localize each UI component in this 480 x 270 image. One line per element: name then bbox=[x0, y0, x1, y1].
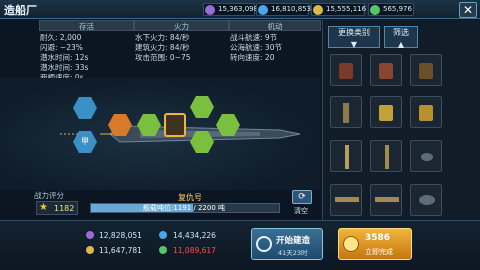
fuel-icon bbox=[258, 5, 268, 15]
shell-pack-icon bbox=[379, 105, 393, 121]
start-build-label: 开始建造 bbox=[276, 236, 311, 246]
shell-icon bbox=[343, 103, 349, 123]
resource-purple-value: 15,363,098 bbox=[218, 5, 259, 13]
module-slot[interactable] bbox=[370, 184, 402, 216]
score-label: 战力评分 bbox=[34, 191, 64, 200]
module-slot[interactable] bbox=[410, 140, 442, 172]
chevron-down-icon: ▼ bbox=[350, 40, 358, 49]
clock-icon bbox=[256, 236, 272, 252]
cost-purple: 12,828,051 bbox=[99, 231, 142, 240]
clear-button[interactable]: ⟳ bbox=[292, 190, 312, 204]
capacity-text: 舰载吨位:1191 / 2200 吨 bbox=[143, 204, 226, 212]
crate-icon bbox=[419, 63, 433, 79]
close-icon: ✕ bbox=[462, 3, 474, 17]
resource-blue[interactable]: 16,810,853 bbox=[256, 3, 312, 16]
module-slot[interactable] bbox=[370, 96, 402, 128]
module-slot[interactable] bbox=[330, 54, 362, 86]
survival-heading: 存活 bbox=[39, 20, 134, 31]
gem-icon bbox=[159, 246, 167, 254]
instant-cost: 3586 bbox=[365, 233, 391, 243]
shell-pack-icon bbox=[419, 105, 433, 121]
module-slot[interactable] bbox=[330, 96, 362, 128]
gem-icon bbox=[370, 5, 380, 15]
torpedo-icon bbox=[375, 197, 399, 202]
instant-complete-button[interactable]: 3586 立即完成 bbox=[338, 228, 412, 260]
mine-icon bbox=[421, 153, 433, 161]
module-slot[interactable] bbox=[330, 184, 362, 216]
module-slot[interactable] bbox=[410, 96, 442, 128]
module-slot[interactable] bbox=[410, 184, 442, 216]
close-button[interactable]: ✕ bbox=[459, 2, 477, 18]
capacity-bar: 舰载吨位:1191 / 2200 吨 bbox=[90, 203, 280, 213]
resource-gold-value: 15,555,116 bbox=[326, 5, 367, 13]
missile-icon bbox=[345, 145, 349, 169]
purple-crystal-icon bbox=[205, 5, 215, 15]
gold-coin-icon bbox=[313, 5, 323, 15]
cost-blue: 14,434,226 bbox=[173, 231, 216, 240]
instant-label: 立即完成 bbox=[365, 248, 393, 256]
clear-label: 清空 bbox=[294, 207, 308, 215]
build-time: 41天23时 bbox=[278, 249, 308, 257]
firepower-heading: 火力 bbox=[134, 20, 229, 31]
resource-blue-value: 16,810,853 bbox=[271, 5, 312, 13]
mobility-stats: 战斗航速: 9节 公海航速: 30节 转向速度: 20 bbox=[230, 33, 282, 62]
resource-gold[interactable]: 15,555,116 bbox=[311, 3, 367, 16]
missile-icon bbox=[385, 145, 389, 169]
resource-purple[interactable]: 15,363,098 bbox=[203, 3, 259, 16]
resource-green[interactable]: 565,976 bbox=[368, 3, 414, 16]
cost-green: 11,089,617 bbox=[173, 246, 216, 255]
firepower-stats: 水下火力: 84/秒 建筑火力: 84/秒 攻击范围: 0−75 bbox=[135, 33, 191, 62]
gold-coin-icon bbox=[86, 246, 94, 254]
ammo-icon bbox=[379, 63, 393, 79]
ship-name: 复仇号 bbox=[178, 193, 202, 202]
score-box: ★ 1182 bbox=[36, 201, 78, 215]
chevron-up-icon: ▲ bbox=[397, 40, 405, 49]
module-slot[interactable] bbox=[370, 54, 402, 86]
ammo-icon bbox=[339, 63, 353, 79]
change-type-button[interactable]: 更换类别 ▼ bbox=[328, 26, 380, 49]
cost-gold: 11,647,781 bbox=[99, 246, 142, 255]
module-slot[interactable] bbox=[410, 54, 442, 86]
star-icon: ★ bbox=[39, 202, 48, 213]
gold-coin-icon bbox=[343, 236, 359, 252]
page-title: 造船厂 bbox=[4, 4, 37, 17]
module-slot[interactable] bbox=[370, 140, 402, 172]
mine-icon bbox=[419, 195, 435, 205]
filter-button[interactable]: 筛选 ▲ bbox=[384, 26, 418, 49]
weapon-slot-selected[interactable] bbox=[164, 113, 186, 137]
mobility-heading: 机动 bbox=[229, 20, 321, 31]
fuel-icon bbox=[159, 231, 167, 239]
module-slot[interactable] bbox=[330, 140, 362, 172]
survival-stats: 耐久: 2,000 闪避: −23% 潜水时间: 12s 潜水时间: 33s 两… bbox=[40, 33, 89, 82]
refresh-icon: ⟳ bbox=[298, 192, 306, 202]
start-build-button[interactable]: 开始建造 41天23时 bbox=[251, 228, 323, 260]
score-value: 1182 bbox=[54, 204, 75, 213]
ship-hull-graphic bbox=[60, 125, 301, 143]
purple-crystal-icon bbox=[86, 231, 94, 239]
torpedo-icon bbox=[335, 197, 359, 202]
resource-green-value: 565,976 bbox=[383, 5, 412, 13]
